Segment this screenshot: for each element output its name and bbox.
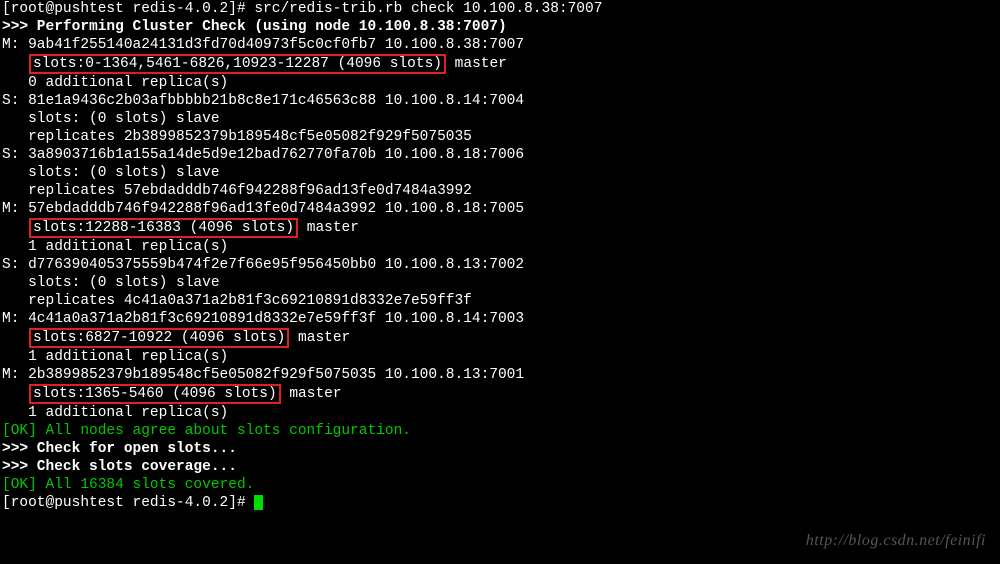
slots-line: slots:12288-16383 (4096 slots) master [2, 218, 998, 238]
cluster-check-header: >>> Performing Cluster Check (using node… [2, 18, 998, 36]
replica-count-line: 1 additional replica(s) [2, 404, 998, 422]
slave-node-line: S: 3a8903716b1a155a14de5d9e12bad762770fa… [2, 146, 998, 164]
slots-line: slots:0-1364,5461-6826,10923-12287 (4096… [2, 54, 998, 74]
slots-line: slots:6827-10922 (4096 slots) master [2, 328, 998, 348]
master-node-line: M: 9ab41f255140a24131d3fd70d40973f5c0cf0… [2, 36, 998, 54]
master-node-line: M: 4c41a0a371a2b81f3c69210891d8332e7e59f… [2, 310, 998, 328]
prompt-line[interactable]: [root@pushtest redis-4.0.2]# [2, 494, 998, 512]
replicates-line: replicates 57ebdadddb746f942288f96ad13fe… [2, 182, 998, 200]
terminal-output[interactable]: [root@pushtest redis-4.0.2]# src/redis-t… [0, 0, 1000, 512]
command-line: [root@pushtest redis-4.0.2]# src/redis-t… [2, 0, 998, 18]
slots-highlight-box: slots:12288-16383 (4096 slots) [29, 218, 298, 238]
slots-highlight-box: slots:0-1364,5461-6826,10923-12287 (4096… [29, 54, 446, 74]
slots-line: slots: (0 slots) slave [2, 110, 998, 128]
role-label: master [446, 56, 507, 72]
slave-node-line: S: d776390405375559b474f2e7f66e95f956450… [2, 256, 998, 274]
watermark-text: http://blog.csdn.net/feinifi [806, 532, 986, 550]
slots-line: slots: (0 slots) slave [2, 274, 998, 292]
replica-count-line: 1 additional replica(s) [2, 238, 998, 256]
slots-highlight-box: slots:1365-5460 (4096 slots) [29, 384, 281, 404]
cursor-icon [254, 495, 263, 510]
slave-node-line: S: 81e1a9436c2b03afbbbbb21b8c8e171c46563… [2, 92, 998, 110]
master-node-line: M: 2b3899852379b189548cf5e05082f929f5075… [2, 366, 998, 384]
role-label: master [298, 220, 359, 236]
replica-count-line: 1 additional replica(s) [2, 348, 998, 366]
ok-status-line: [OK] All nodes agree about slots configu… [2, 422, 998, 440]
slots-line: slots:1365-5460 (4096 slots) master [2, 384, 998, 404]
ok-status-line: [OK] All 16384 slots covered. [2, 476, 998, 494]
master-node-line: M: 57ebdadddb746f942288f96ad13fe0d7484a3… [2, 200, 998, 218]
replicates-line: replicates 2b3899852379b189548cf5e05082f… [2, 128, 998, 146]
check-header: >>> Check slots coverage... [2, 458, 998, 476]
replica-count-line: 0 additional replica(s) [2, 74, 998, 92]
check-header: >>> Check for open slots... [2, 440, 998, 458]
role-label: master [289, 330, 350, 346]
slots-line: slots: (0 slots) slave [2, 164, 998, 182]
replicates-line: replicates 4c41a0a371a2b81f3c69210891d83… [2, 292, 998, 310]
slots-highlight-box: slots:6827-10922 (4096 slots) [29, 328, 289, 348]
role-label: master [281, 386, 342, 402]
prompt-text: [root@pushtest redis-4.0.2]# [2, 495, 254, 511]
